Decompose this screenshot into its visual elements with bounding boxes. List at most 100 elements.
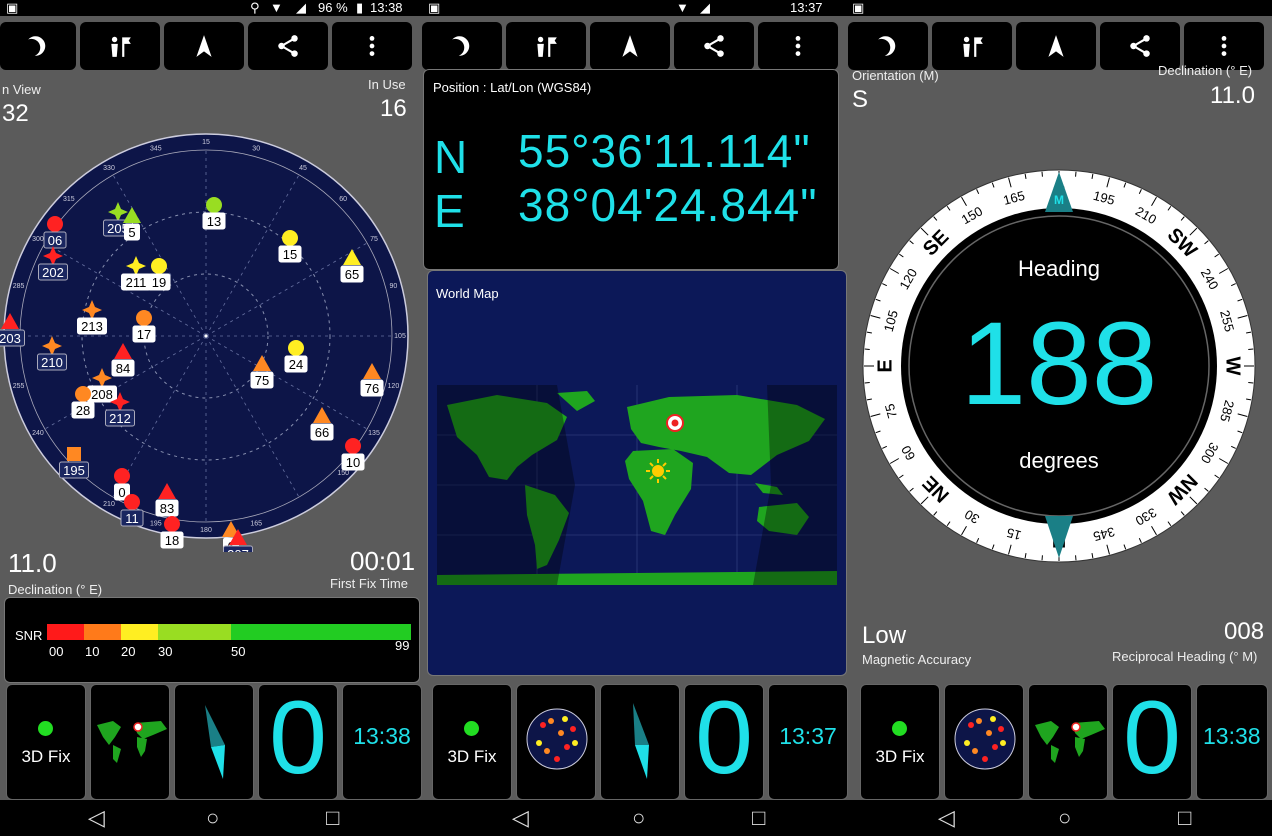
person-pin-icon bbox=[537, 36, 557, 57]
snr-band-yellow bbox=[121, 624, 158, 640]
back-icon-2[interactable]: ◁ bbox=[512, 807, 529, 829]
satellites-used-value: 0 bbox=[269, 684, 327, 796]
satellites-used-tile-2[interactable]: 0 bbox=[684, 684, 764, 800]
more-options-button[interactable] bbox=[332, 22, 412, 70]
back-icon[interactable]: ◁ bbox=[88, 807, 105, 829]
night-mode-button[interactable] bbox=[0, 22, 76, 70]
recents-icon[interactable]: □ bbox=[326, 807, 339, 829]
toolbar-middle bbox=[422, 22, 838, 72]
sky-ring-label: 60 bbox=[339, 196, 347, 203]
person-pin-icon bbox=[111, 36, 131, 57]
satellite-label: 83 bbox=[160, 501, 174, 516]
world-map-panel[interactable]: World Map bbox=[427, 270, 847, 676]
navigate-button[interactable] bbox=[164, 22, 244, 70]
satellite-label: 208 bbox=[91, 387, 113, 402]
status-bar: ▣ ⚲ ▼ ◢ 96 % ▮ 13:38 ▣ ▼ ◢ 13:37 ▣ bbox=[0, 0, 1272, 16]
sky-ring-label: 135 bbox=[368, 430, 380, 437]
clock-tile-2[interactable]: 13:37 bbox=[768, 684, 848, 800]
sky-ring-label: 300 bbox=[32, 236, 44, 243]
recents-icon-2[interactable]: □ bbox=[752, 807, 765, 829]
sky-ring-label: 210 bbox=[103, 501, 115, 508]
battery-percent: 96 % bbox=[318, 0, 348, 15]
share-button[interactable] bbox=[248, 22, 328, 70]
night-mode-button-3[interactable] bbox=[848, 22, 928, 70]
fix-tile[interactable]: 3D Fix bbox=[6, 684, 86, 800]
tiles-right: 3D Fix 0 13:38 bbox=[860, 684, 1268, 800]
sky-ring-label: 285 bbox=[13, 283, 25, 290]
compass-tile[interactable] bbox=[174, 684, 254, 800]
navigate-button-2[interactable] bbox=[590, 22, 670, 70]
satellites-used-value-3: 0 bbox=[1123, 684, 1181, 796]
wifi-icon-2: ▼ bbox=[676, 0, 689, 15]
orientation-value: S bbox=[852, 86, 869, 113]
snr-legend-panel: SNR 00 10 20 30 50 99 bbox=[4, 597, 420, 683]
sky-ring-label: 240 bbox=[32, 430, 44, 437]
sky-ring-label: 90 bbox=[389, 283, 397, 290]
signal-icon: ◢ bbox=[296, 0, 306, 15]
sky-tile[interactable] bbox=[516, 684, 596, 800]
satellites-used-value-2: 0 bbox=[695, 684, 753, 796]
home-icon[interactable]: ○ bbox=[206, 807, 219, 829]
orientation-label: Orientation (M) bbox=[852, 68, 939, 83]
fix-status-label-3: 3D Fix bbox=[875, 747, 925, 766]
clock-tile[interactable]: 13:38 bbox=[342, 684, 422, 800]
reciprocal-heading-value: 008 bbox=[1224, 618, 1265, 645]
compass-tile-2[interactable] bbox=[600, 684, 680, 800]
clock-value: 13:38 bbox=[353, 723, 411, 749]
more-options-button-2[interactable] bbox=[758, 22, 838, 70]
waypoint-button[interactable] bbox=[80, 22, 160, 70]
navigate-button-3[interactable] bbox=[1016, 22, 1096, 70]
satellite-marker bbox=[282, 230, 298, 246]
satellite-marker bbox=[164, 516, 180, 532]
sky-view[interactable]: 1651801952102252402552702853003153303451… bbox=[0, 132, 418, 552]
sky-ring-label: 15 bbox=[202, 139, 210, 146]
satellite-label: 06 bbox=[48, 233, 62, 248]
share-button-2[interactable] bbox=[674, 22, 754, 70]
magnetic-marker: M bbox=[1054, 193, 1064, 207]
heading-label: Heading bbox=[1018, 256, 1100, 281]
navigation-arrow-icon bbox=[1048, 35, 1064, 57]
image-notification-icon: ▣ bbox=[6, 0, 19, 15]
satellites-used-tile[interactable]: 0 bbox=[258, 684, 338, 800]
status-time: 13:38 bbox=[370, 0, 403, 15]
sky-ring-label: 120 bbox=[388, 383, 400, 390]
home-icon-2[interactable]: ○ bbox=[632, 807, 645, 829]
satellite-marker bbox=[151, 258, 167, 274]
image-notification-icon-3: ▣ bbox=[852, 0, 865, 15]
snr-tick-20: 20 bbox=[121, 644, 136, 659]
world-map-thumb-icon bbox=[97, 721, 167, 763]
fix-tile-3[interactable]: 3D Fix bbox=[860, 684, 940, 800]
left-declination-label: Declination (° E) bbox=[8, 582, 103, 597]
world-map-label: World Map bbox=[436, 286, 499, 301]
satellite-label: 207 bbox=[227, 547, 249, 552]
fix-status-dot-2 bbox=[464, 721, 479, 736]
latitude-value: 55°36'11.114" bbox=[518, 125, 811, 177]
map-tile-3[interactable] bbox=[1028, 684, 1108, 800]
fix-status-dot-3 bbox=[892, 721, 907, 736]
first-fix-time-label: First Fix Time bbox=[330, 576, 408, 591]
satellite-label: 210 bbox=[41, 355, 63, 370]
satellite-label: 11 bbox=[125, 511, 139, 526]
recents-icon-3[interactable]: □ bbox=[1178, 807, 1191, 829]
satellite-label: 195 bbox=[63, 463, 85, 478]
night-mode-button-2[interactable] bbox=[422, 22, 502, 70]
sky-ring-label: 195 bbox=[150, 520, 162, 527]
snr-tick-99: 99 bbox=[395, 638, 410, 653]
satellites-used-tile-3[interactable]: 0 bbox=[1112, 684, 1192, 800]
snr-band-orange bbox=[84, 624, 121, 640]
compass-needle-icon-2 bbox=[633, 703, 649, 779]
satellite-label: 76 bbox=[365, 381, 379, 396]
clock-tile-3[interactable]: 13:38 bbox=[1196, 684, 1268, 800]
map-tile[interactable] bbox=[90, 684, 170, 800]
fix-tile-2[interactable]: 3D Fix bbox=[432, 684, 512, 800]
left-declination-value: 11.0 bbox=[8, 548, 57, 578]
heading-unit: degrees bbox=[1019, 448, 1099, 473]
waypoint-button-3[interactable] bbox=[932, 22, 1012, 70]
back-icon-3[interactable]: ◁ bbox=[938, 807, 955, 829]
compass[interactable]: S195210SW240255W285300NW330345N1530NE607… bbox=[859, 166, 1259, 566]
home-icon-3[interactable]: ○ bbox=[1058, 807, 1071, 829]
waypoint-button-2[interactable] bbox=[506, 22, 586, 70]
navigation-arrow-icon bbox=[622, 35, 638, 57]
sky-tile-3[interactable] bbox=[944, 684, 1024, 800]
toolbar-left bbox=[0, 22, 412, 72]
